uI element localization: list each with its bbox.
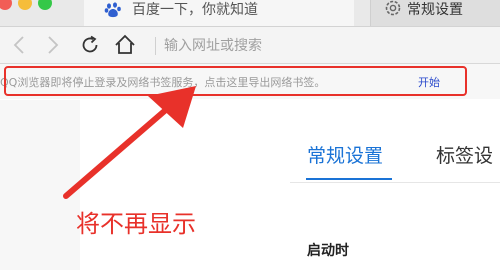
annotation-highlight-box <box>4 66 467 96</box>
annotation-text: 将不再显示 <box>76 210 196 238</box>
gear-icon <box>385 0 401 16</box>
minimize-window-button[interactable] <box>18 0 32 10</box>
tabs-divider <box>290 182 500 183</box>
chevron-left-icon[interactable] <box>8 33 32 57</box>
active-tab-indicator <box>306 178 392 180</box>
address-bar[interactable]: 输入网址或搜索 <box>164 35 262 55</box>
sidebar <box>0 100 80 270</box>
baidu-paw-icon <box>104 2 121 18</box>
settings-tab-title: 常规设置 <box>407 2 463 18</box>
reload-icon[interactable] <box>78 33 102 57</box>
startup-section-label: 启动时 <box>307 243 349 259</box>
title-bar: 百度一下，你就知道 常规设置 <box>0 0 500 27</box>
home-icon[interactable] <box>113 33 137 57</box>
chevron-right-icon[interactable] <box>40 33 64 57</box>
tab-baidu[interactable]: 百度一下，你就知道 <box>84 0 354 26</box>
tab-title: 百度一下，你就知道 <box>132 2 258 18</box>
close-window-button[interactable] <box>0 0 12 10</box>
tab-general-settings[interactable]: 常规设置 <box>307 141 383 168</box>
settings-page: 常规设置 标签设 启动时 <box>0 100 500 270</box>
toolbar-separator <box>155 37 156 55</box>
tab-settings[interactable]: 常规设置 <box>370 0 500 26</box>
toolbar: 输入网址或搜索 <box>0 27 500 64</box>
tab-bookmark-settings[interactable]: 标签设 <box>436 141 493 168</box>
zoom-window-button[interactable] <box>38 0 52 10</box>
